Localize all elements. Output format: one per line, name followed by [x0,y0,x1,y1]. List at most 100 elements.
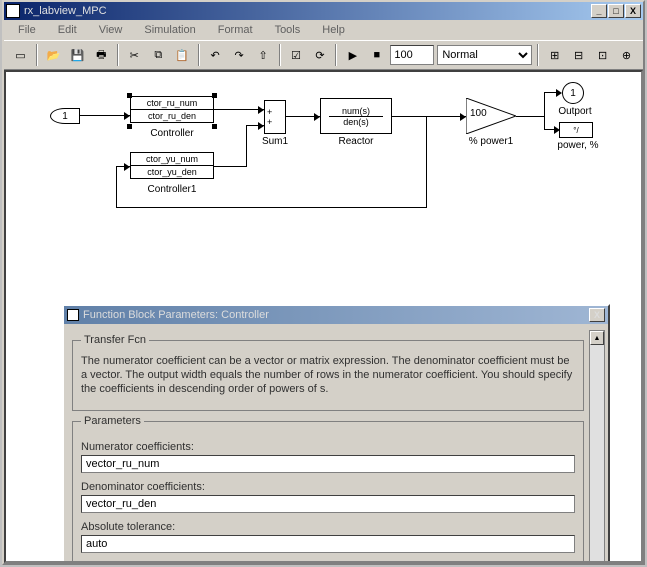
toggle-button[interactable]: ⊡ [592,44,613,66]
parameters-legend: Parameters [81,415,144,427]
bug-icon: ☑ [291,49,301,62]
refresh-icon: ⟳ [315,49,324,62]
display-value: °/ [573,126,578,135]
controller1-block[interactable]: ctor_yu_num ctor_yu_den [130,152,214,182]
stop-time-input[interactable] [390,45,434,65]
stop-button[interactable]: ■ [366,44,387,66]
menu-help[interactable]: Help [312,22,355,38]
refresh-button[interactable]: ⟳ [309,44,330,66]
outport-value: 1 [570,88,576,99]
paste-button[interactable]: 📋 [172,44,193,66]
gain-value: 100 [470,108,487,119]
dialog-icon [67,309,79,321]
display-label: power, % [551,140,605,151]
controller1-label: Controller1 [130,184,214,195]
controller-block[interactable]: ctor_ru_num ctor_ru_den [130,96,214,126]
menubar: File Edit View Simulation Format Tools H… [4,20,643,40]
new-button[interactable]: ▭ [10,44,31,66]
gain-label: % power1 [456,136,526,147]
controller-label: Controller [130,128,214,139]
sum-block[interactable]: + + [264,100,286,134]
cut-button[interactable]: ✂ [124,44,145,66]
denominator-label: Denominator coefficients: [81,481,575,493]
up-button[interactable]: ⇧ [253,44,274,66]
maximize-button[interactable]: □ [608,4,624,18]
stop-icon: ■ [374,49,381,61]
dialog-titlebar: Function Block Parameters: Controller X [64,306,608,324]
sum-sign1: + [267,107,272,117]
scissors-icon: ✂ [130,49,139,62]
minimize-button[interactable]: _ [591,4,607,18]
model-explorer-button[interactable]: ⊟ [568,44,589,66]
controller1-den: ctor_yu_den [130,166,214,179]
outport-block[interactable]: 1 [562,82,584,104]
block-parameters-dialog: Function Block Parameters: Controller X … [62,304,610,563]
model-canvas[interactable]: 1 ctor_ru_num ctor_ru_den Controller cto… [4,70,643,563]
main-window: rx_labview_MPC _ □ X File Edit View Simu… [2,0,645,565]
copy-icon: ⧉ [154,49,162,62]
dialog-close-button[interactable]: X [589,308,605,322]
block-description: The numerator coefficient can be a vecto… [81,354,575,396]
abstol-input[interactable] [81,535,575,553]
menu-format[interactable]: Format [208,22,263,38]
reactor-num: num(s) [342,106,370,116]
redo-button[interactable]: ↷ [229,44,250,66]
toolbar: ▭ 📂 💾 🖶 ✂ ⧉ 📋 ↶ ↷ ⇧ ☑ ⟳ ▶ ■ Normal ⊞ ⊟ ⊡… [4,40,643,70]
library-icon: ⊞ [550,49,559,62]
outport-label: Outport [552,106,598,117]
window-title: rx_labview_MPC [24,5,591,17]
start-button[interactable]: ▶ [342,44,363,66]
dialog-title: Function Block Parameters: Controller [83,309,269,321]
abstol-label: Absolute tolerance: [81,521,575,533]
scroll-up-button[interactable]: ▲ [590,331,604,345]
inport-value: 1 [62,111,68,122]
copy-button[interactable]: ⧉ [148,44,169,66]
page-icon: ▭ [15,49,25,62]
numerator-label: Numerator coefficients: [81,441,575,453]
printer-icon: 🖶 [96,46,106,65]
controller1-num: ctor_yu_num [130,152,214,166]
state-name-label: State Name: (e.g., 'position') [81,561,575,563]
controller-den: ctor_ru_den [130,110,214,123]
explorer-icon: ⊟ [574,49,583,62]
lib-browser-button[interactable]: ⊞ [544,44,565,66]
redo-icon: ↷ [234,49,243,62]
inport-block[interactable]: 1 [50,108,80,124]
simulink-icon [6,4,20,18]
build-button[interactable]: ⊕ [616,44,637,66]
menu-file[interactable]: File [8,22,46,38]
up-icon: ⇧ [258,49,267,62]
reactor-block[interactable]: num(s) den(s) [320,98,392,134]
menu-view[interactable]: View [89,22,133,38]
sum-sign2: + [267,117,272,127]
save-button[interactable]: 💾 [67,44,88,66]
debug-button[interactable]: ☑ [286,44,307,66]
toggle-icon: ⊡ [598,49,607,62]
print-button[interactable]: 🖶 [91,44,112,66]
titlebar: rx_labview_MPC _ □ X [4,2,643,20]
floppy-icon: 💾 [71,49,85,62]
denominator-input[interactable] [81,495,575,513]
build-icon: ⊕ [622,49,631,62]
reactor-den: den(s) [343,117,369,127]
dialog-scrollbar[interactable]: ▲ ▼ [589,330,605,563]
paste-icon: 📋 [175,49,189,62]
controller-num: ctor_ru_num [130,96,214,110]
reactor-label: Reactor [320,136,392,147]
block-type-legend: Transfer Fcn [81,334,149,346]
menu-edit[interactable]: Edit [48,22,87,38]
undo-icon: ↶ [211,49,220,62]
sum-label: Sum1 [258,136,292,147]
open-button[interactable]: 📂 [43,44,64,66]
display-block[interactable]: °/ [559,122,593,138]
undo-button[interactable]: ↶ [205,44,226,66]
gain-block[interactable]: 100 [466,98,516,134]
numerator-input[interactable] [81,455,575,473]
simulation-mode-select[interactable]: Normal [437,45,532,65]
menu-simulation[interactable]: Simulation [134,22,205,38]
close-button[interactable]: X [625,4,641,18]
folder-open-icon: 📂 [47,49,61,62]
block-type-fieldset: Transfer Fcn The numerator coefficient c… [72,334,584,411]
menu-tools[interactable]: Tools [265,22,311,38]
play-icon: ▶ [349,49,357,62]
